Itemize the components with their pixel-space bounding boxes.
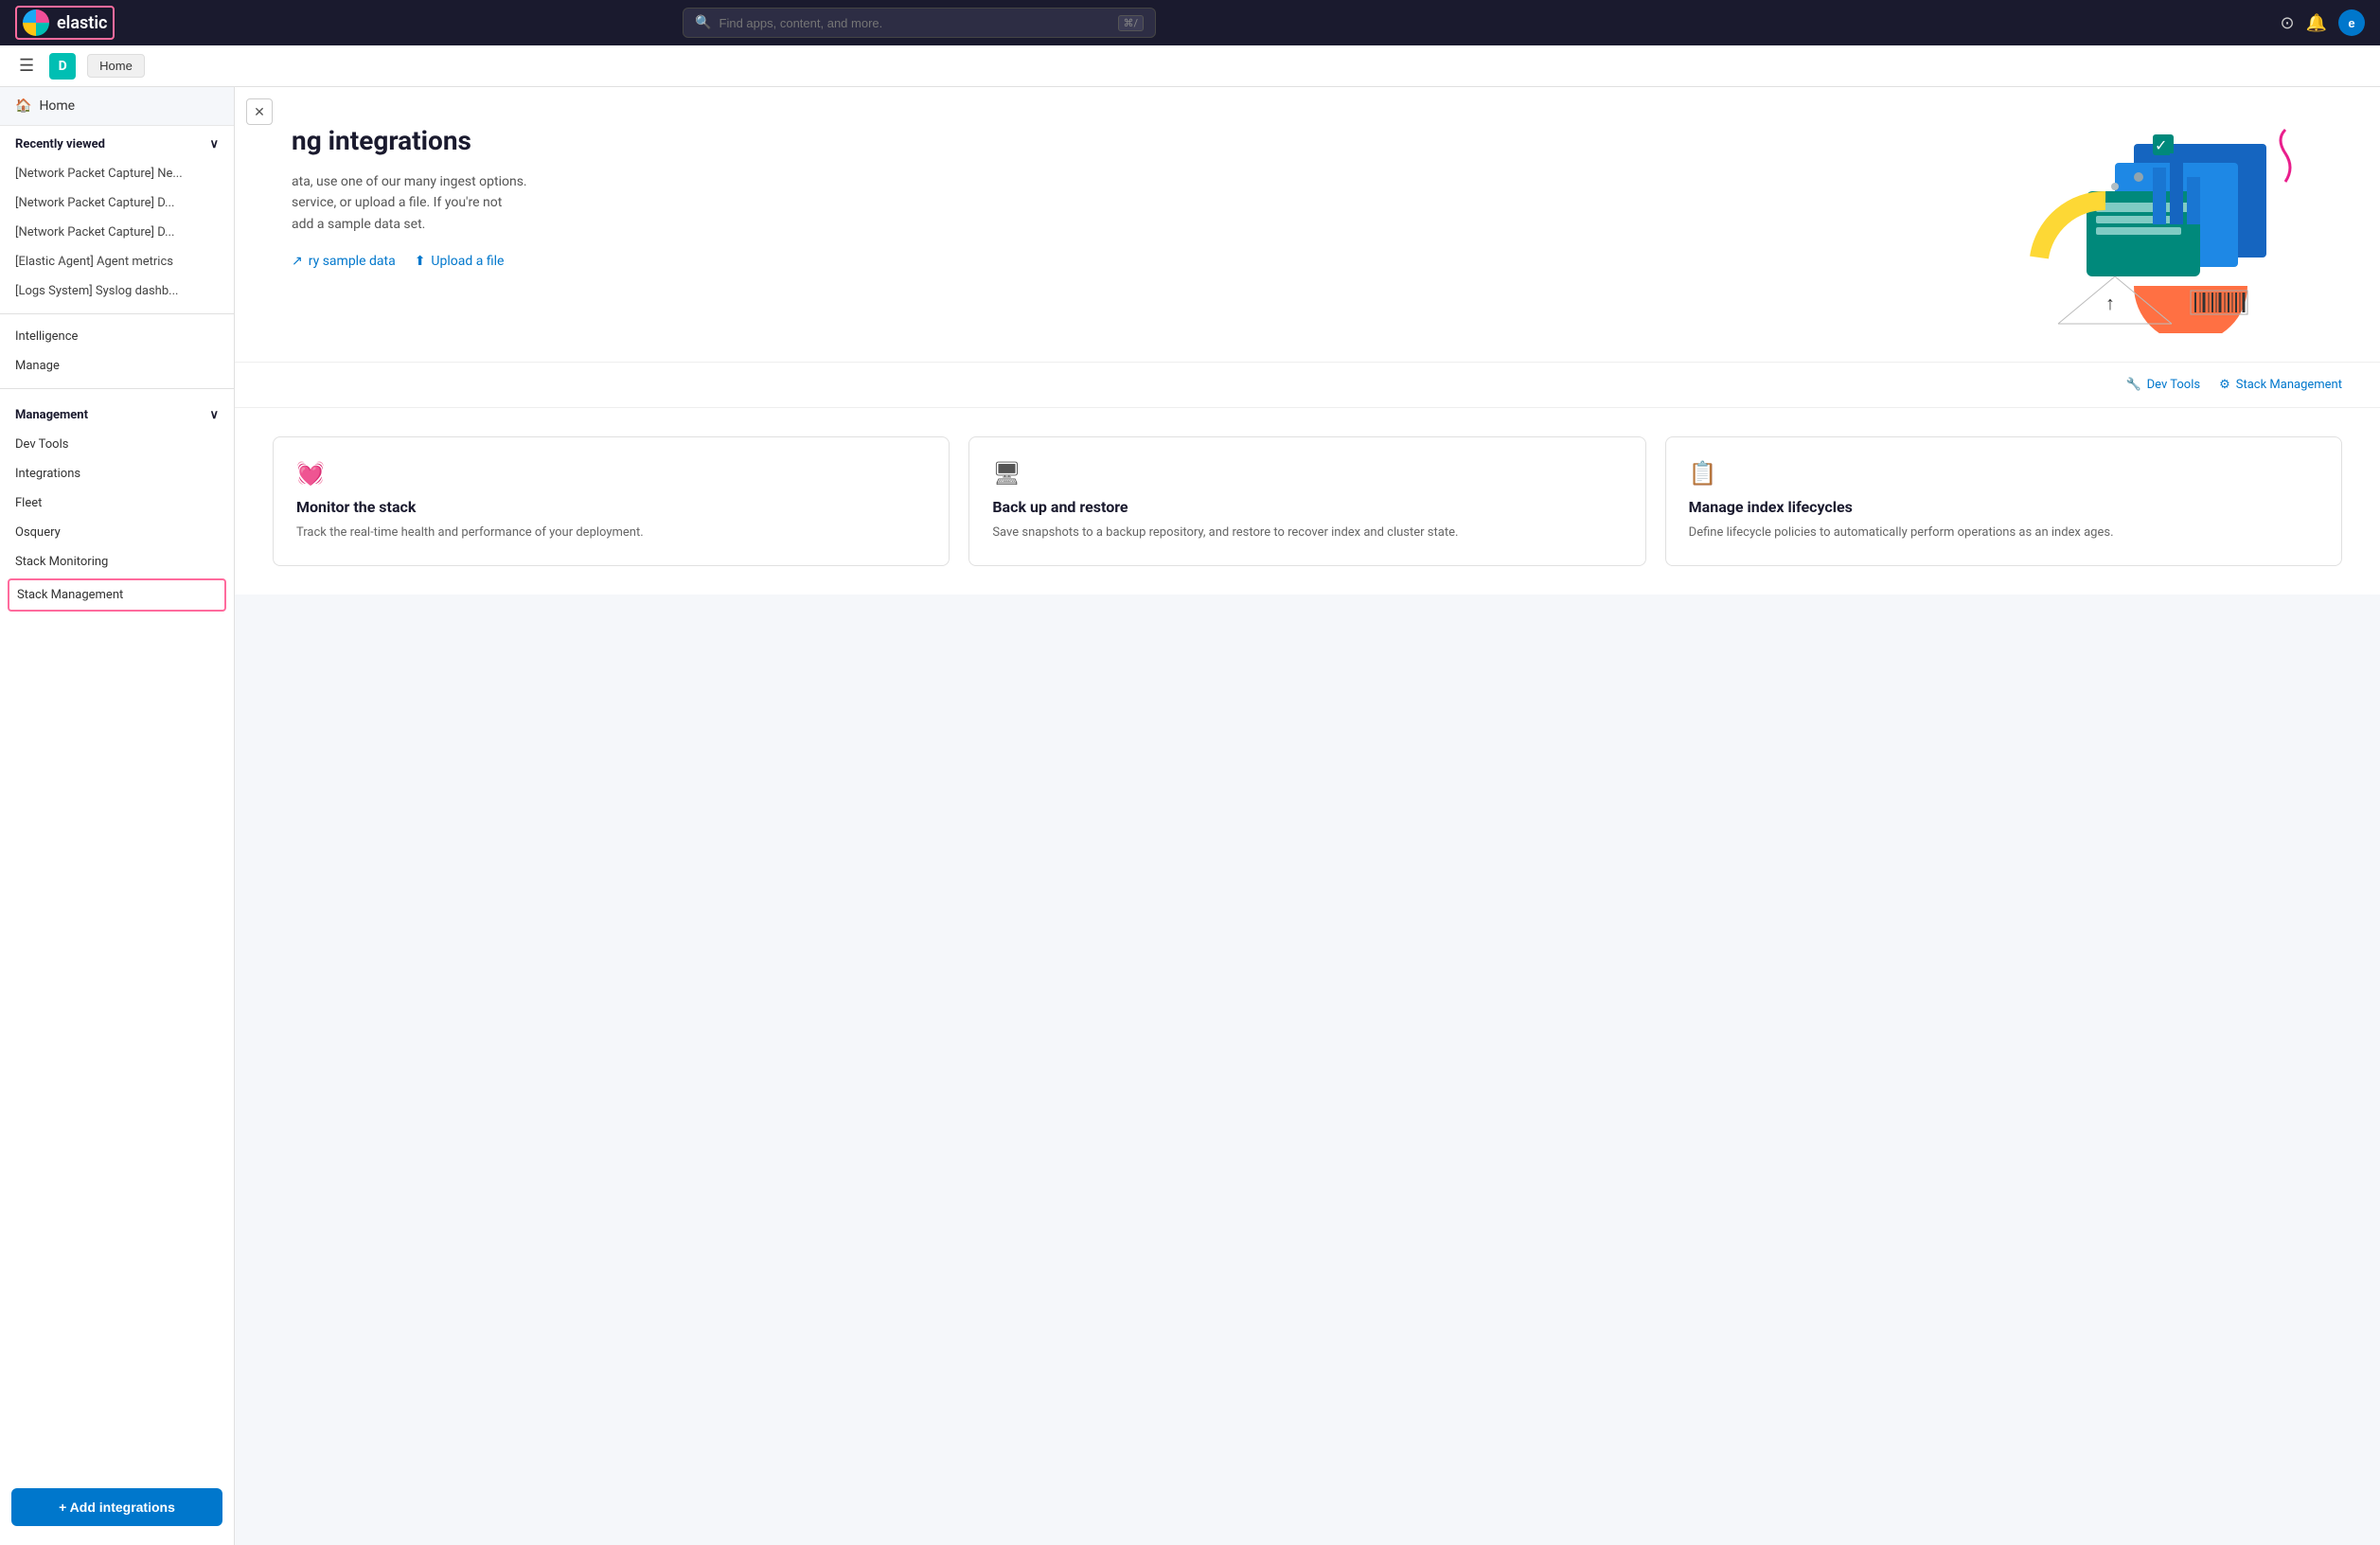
dev-tools-link-label: Dev Tools	[2147, 378, 2200, 392]
try-sample-data-link[interactable]: ↗ ry sample data	[292, 254, 396, 269]
home-breadcrumb-button[interactable]: Home	[87, 54, 145, 78]
sidebar-divider-2	[0, 388, 234, 389]
sidebar: 🏠 Home Recently viewed ∨ [Network Packet…	[0, 87, 235, 1545]
sidebar-item-integrations[interactable]: Integrations	[0, 459, 234, 488]
sidebar-item-fleet[interactable]: Fleet	[0, 488, 234, 518]
main-layout: 🏠 Home Recently viewed ∨ [Network Packet…	[0, 87, 2380, 1545]
stack-management-quick-link[interactable]: ⚙ Stack Management	[2219, 378, 2342, 392]
search-input[interactable]	[719, 16, 1110, 30]
card-index-icon: 📋	[1689, 460, 2318, 487]
upload-file-icon: ⬆	[415, 254, 426, 269]
global-search-bar[interactable]: 🔍 ⌘/	[683, 8, 1156, 38]
hero-text: ng integrations ata, use one of our many…	[292, 125, 1963, 269]
svg-text:✓: ✓	[2155, 136, 2167, 154]
elastic-logo-icon	[23, 9, 49, 36]
recently-viewed-label: Recently viewed	[15, 137, 105, 151]
content-panel: ✕ ng integrations ata, use one of our ma…	[235, 87, 2380, 595]
sidebar-item-osquery[interactable]: Osquery	[0, 518, 234, 547]
quick-links: 🔧 Dev Tools ⚙ Stack Management	[235, 363, 2380, 408]
recent-item-2[interactable]: [Network Packet Capture] D...	[0, 188, 234, 218]
notifications-icon[interactable]: 🔔	[2306, 13, 2327, 33]
sidebar-nav-manage[interactable]: Manage	[0, 351, 234, 381]
secondary-navigation: ☰ D Home	[0, 45, 2380, 87]
card-monitor-description: Track the real-time health and performan…	[296, 524, 926, 542]
card-index-title: Manage index lifecycles	[1689, 498, 2318, 516]
svg-text:↑: ↑	[2105, 292, 2115, 314]
top-navigation: elastic 🔍 ⌘/ ⊙ 🔔 e	[0, 0, 2380, 45]
recent-item-3[interactable]: [Network Packet Capture] D...	[0, 218, 234, 247]
management-items-list: Dev Tools Integrations Fleet Osquery Sta…	[0, 430, 234, 613]
card-backup-description: Save snapshots to a backup repository, a…	[992, 524, 1622, 542]
card-monitor-title: Monitor the stack	[296, 498, 926, 516]
nav-icons: ⊙ 🔔 e	[2280, 9, 2365, 36]
home-icon: 🏠	[15, 98, 31, 114]
hero-section: ng integrations ata, use one of our many…	[235, 87, 2380, 363]
management-section-header: Management ∨	[0, 397, 234, 430]
stack-management-icon: ⚙	[2219, 378, 2230, 392]
elastic-logo-text: elastic	[57, 13, 107, 33]
try-sample-data-icon: ↗	[292, 254, 303, 269]
hero-title: ng integrations	[292, 125, 1963, 156]
card-manage-index[interactable]: 📋 Manage index lifecycles Define lifecyc…	[1665, 436, 2342, 566]
sidebar-nav-intelligence[interactable]: Intelligence	[0, 322, 234, 351]
sidebar-home-label: Home	[39, 98, 75, 114]
add-integrations-button[interactable]: + Add integrations	[11, 1488, 222, 1526]
upload-file-label: Upload a file	[431, 254, 504, 269]
cards-section: 💓 Monitor the stack Track the real-time …	[235, 408, 2380, 595]
recently-viewed-list: [Network Packet Capture] Ne... [Network …	[0, 159, 234, 306]
hero-illustration-svg: ↑	[1963, 125, 2323, 333]
recent-item-5[interactable]: [Logs System] Syslog dashb...	[0, 276, 234, 306]
card-backup-restore[interactable]: 🖥 Back up and restore Save snapshots to …	[968, 436, 1645, 566]
sidebar-item-stack-monitoring[interactable]: Stack Monitoring	[0, 547, 234, 577]
management-collapse-icon[interactable]: ∨	[209, 408, 219, 422]
search-icon: 🔍	[695, 15, 711, 30]
close-panel-button[interactable]: ✕	[246, 98, 273, 125]
help-icon[interactable]: ⊙	[2280, 13, 2294, 33]
hero-desc-line3: add a sample data set.	[292, 217, 425, 232]
card-monitor-icon: 💓	[296, 460, 926, 487]
upload-file-link[interactable]: ⬆ Upload a file	[415, 254, 505, 269]
user-avatar[interactable]: e	[2338, 9, 2365, 36]
sidebar-item-stack-management[interactable]: Stack Management	[8, 578, 226, 612]
card-backup-icon: 🖥	[992, 460, 1622, 487]
sidebar-item-dev-tools[interactable]: Dev Tools	[0, 430, 234, 459]
main-content: ✕ ng integrations ata, use one of our ma…	[235, 87, 2380, 1545]
recently-viewed-collapse-icon[interactable]: ∨	[209, 137, 219, 151]
hero-illustration: ↑	[1963, 125, 2323, 333]
dev-tools-quick-link[interactable]: 🔧 Dev Tools	[2125, 378, 2200, 392]
search-shortcut: ⌘/	[1118, 15, 1145, 31]
stack-management-link-label: Stack Management	[2236, 378, 2342, 392]
management-label: Management	[15, 408, 88, 422]
hero-desc-line1: ata, use one of our many ingest options.	[292, 174, 527, 189]
sidebar-divider-1	[0, 313, 234, 314]
space-badge[interactable]: D	[49, 53, 76, 80]
cards-grid: 💓 Monitor the stack Track the real-time …	[273, 436, 2342, 566]
card-monitor-stack[interactable]: 💓 Monitor the stack Track the real-time …	[273, 436, 950, 566]
card-index-description: Define lifecycle policies to automatical…	[1689, 524, 2318, 542]
elastic-logo[interactable]: elastic	[15, 6, 115, 40]
hamburger-menu-button[interactable]: ☰	[15, 52, 38, 80]
hero-actions: ↗ ry sample data ⬆ Upload a file	[292, 254, 1963, 269]
dev-tools-icon: 🔧	[2125, 378, 2140, 392]
recently-viewed-section-header: Recently viewed ∨	[0, 126, 234, 159]
hero-description: ata, use one of our many ingest options.…	[292, 171, 765, 235]
sidebar-home-item[interactable]: 🏠 Home	[0, 87, 234, 126]
try-sample-data-label: ry sample data	[309, 254, 396, 269]
card-backup-title: Back up and restore	[992, 498, 1622, 516]
recent-item-1[interactable]: [Network Packet Capture] Ne...	[0, 159, 234, 188]
recent-item-4[interactable]: [Elastic Agent] Agent metrics	[0, 247, 234, 276]
hero-desc-line2: service, or upload a file. If you're not	[292, 195, 502, 210]
